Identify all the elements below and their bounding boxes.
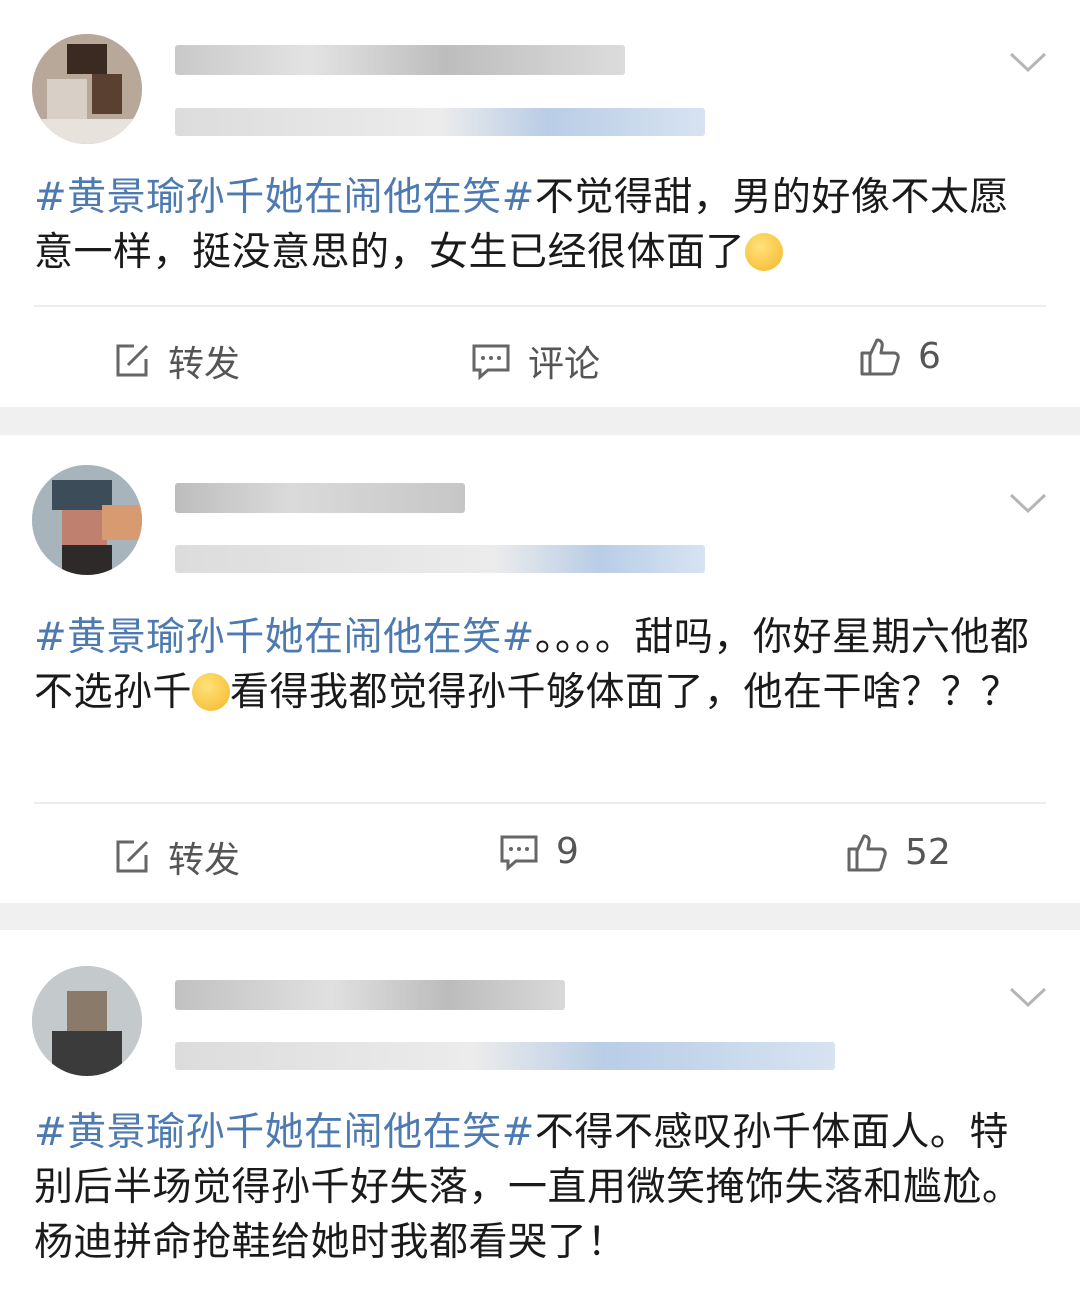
thumbs-up-icon (860, 338, 900, 376)
comment-count: 9 (556, 831, 579, 872)
chevron-down-icon[interactable] (1008, 985, 1048, 1009)
username-blurred (175, 483, 465, 513)
comment-button[interactable]: 评论 (470, 335, 600, 387)
compose-icon (116, 344, 149, 377)
repost-label: 转发 (168, 344, 241, 385)
hashtag-link[interactable]: #黄景瑜孙千她在闹他在笑# (34, 175, 535, 220)
thumbs-up-icon (847, 834, 887, 872)
chevron-down-icon[interactable] (1008, 491, 1048, 515)
divider (34, 802, 1046, 804)
repost-button[interactable]: 转发 (112, 831, 240, 883)
like-count: 6 (918, 335, 941, 377)
hashtag-link[interactable]: #黄景瑜孙千她在闹他在笑# (34, 1110, 535, 1155)
like-button[interactable]: 52 (845, 831, 951, 873)
hashtag-link[interactable]: #黄景瑜孙千她在闹他在笑# (34, 615, 535, 660)
timestamp-blurred (175, 545, 705, 573)
repost-label: 转发 (168, 840, 241, 881)
username-blurred (175, 980, 565, 1010)
post-card: #黄景瑜孙千她在闹他在笑#不得不感叹孙千体面人。特别后半场觉得孙千好失落，一直用… (0, 930, 1080, 1298)
like-count: 52 (905, 831, 951, 873)
avatar[interactable] (32, 966, 142, 1076)
smirk-emoji-icon (745, 233, 784, 271)
divider (34, 305, 1046, 307)
post-text: #黄景瑜孙千她在闹他在笑#。。。。甜吗，你好星期六他都不选孙千 看得我都觉得孙千够… (34, 615, 1030, 715)
post-card: #黄景瑜孙千她在闹他在笑#。。。。甜吗，你好星期六他都不选孙千 看得我都觉得孙千够… (0, 435, 1080, 903)
comment-icon (472, 344, 510, 381)
username-blurred (175, 45, 625, 75)
timestamp-blurred (175, 1042, 835, 1070)
like-button[interactable]: 6 (858, 335, 941, 377)
thinking-emoji-icon (192, 673, 231, 711)
post-text: #黄景瑜孙千她在闹他在笑#不觉得甜，男的好像不太愿意一样，挺没意思的，女生已经很… (34, 175, 1009, 275)
avatar[interactable] (32, 34, 142, 144)
post-text: #黄景瑜孙千她在闹他在笑#不得不感叹孙千体面人。特别后半场觉得孙千好失落，一直用… (34, 1110, 1022, 1265)
compose-icon (116, 840, 149, 873)
avatar[interactable] (32, 465, 142, 575)
comment-button[interactable]: 9 (498, 831, 579, 872)
repost-button[interactable]: 转发 (112, 335, 240, 387)
comment-label: 评论 (528, 344, 601, 385)
chevron-down-icon[interactable] (1008, 50, 1048, 74)
timestamp-blurred (175, 108, 705, 136)
comment-icon (500, 835, 538, 871)
post-card: #黄景瑜孙千她在闹他在笑#不觉得甜，男的好像不太愿意一样，挺没意思的，女生已经很… (0, 0, 1080, 407)
